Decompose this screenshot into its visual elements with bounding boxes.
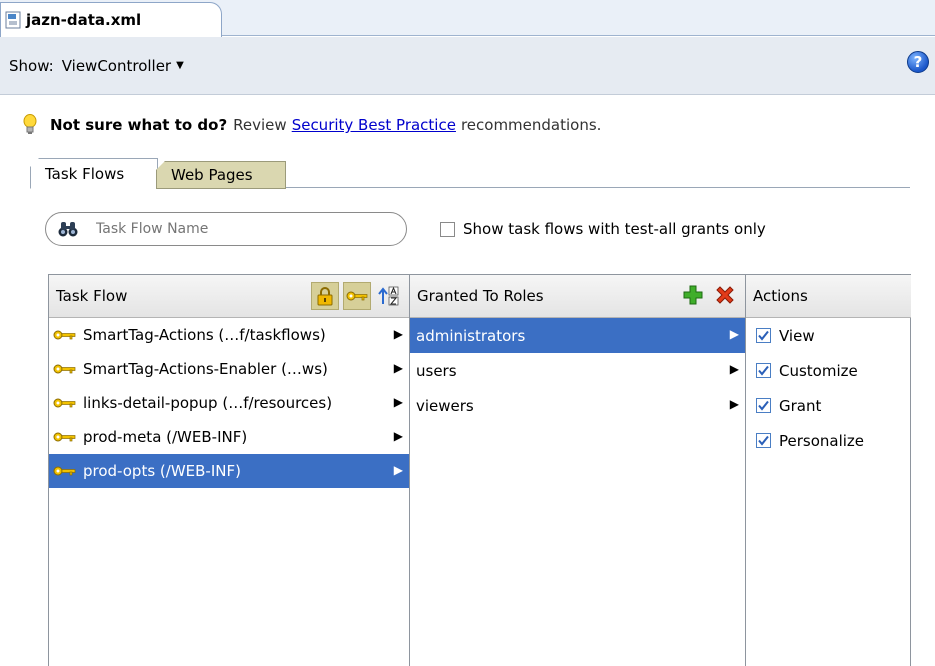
actions-header-label: Actions bbox=[753, 287, 808, 305]
expand-arrow-icon: ▶ bbox=[393, 361, 403, 375]
key-icon bbox=[53, 466, 76, 476]
task-flow-search-input[interactable] bbox=[94, 220, 364, 238]
task-flow-header-label: Task Flow bbox=[56, 287, 128, 305]
action-row[interactable]: Grant bbox=[746, 388, 911, 423]
file-tab-label: jazn-data.xml bbox=[26, 11, 142, 29]
task-flow-row[interactable]: prod-opts (/WEB-INF) ▶ bbox=[49, 454, 409, 488]
expand-arrow-icon: ▶ bbox=[729, 362, 739, 376]
task-flow-list: SmartTag-Actions (…f/taskflows) ▶ SmartTag… bbox=[49, 318, 409, 488]
action-label: Customize bbox=[779, 361, 858, 380]
task-flow-label: SmartTag-Actions-Enabler (…ws) bbox=[83, 360, 328, 378]
task-flow-header-tools bbox=[311, 282, 403, 310]
task-flow-search bbox=[45, 212, 407, 246]
add-role-button[interactable] bbox=[679, 281, 707, 309]
sort-az-icon bbox=[378, 286, 399, 306]
file-tab-jazn-data[interactable]: jazn-data.xml bbox=[0, 2, 222, 37]
task-flow-label: prod-opts (/WEB-INF) bbox=[83, 462, 241, 480]
key-icon bbox=[53, 330, 76, 340]
plus-icon bbox=[683, 285, 703, 305]
checkmark-icon bbox=[758, 330, 769, 341]
role-label: viewers bbox=[416, 396, 474, 415]
checkmark-icon bbox=[758, 435, 769, 446]
task-flow-row[interactable]: SmartTag-Actions-Enabler (…ws) ▶ bbox=[49, 352, 409, 386]
task-flow-label: links-detail-popup (…f/resources) bbox=[83, 394, 333, 412]
task-flow-label: SmartTag-Actions (…f/taskflows) bbox=[83, 326, 326, 344]
actions-column-header: Actions bbox=[746, 275, 911, 318]
editor-tab-strip: jazn-data.xml bbox=[0, 0, 935, 37]
show-dropdown-value: ViewController bbox=[61, 56, 172, 75]
expand-arrow-icon: ▶ bbox=[729, 397, 739, 411]
granted-roles-header-tools bbox=[679, 281, 739, 309]
expand-arrow-icon: ▶ bbox=[393, 429, 403, 443]
action-checkbox[interactable] bbox=[756, 328, 771, 343]
checkmark-icon bbox=[758, 365, 769, 376]
action-label: View bbox=[779, 326, 815, 345]
test-all-grants-checkbox[interactable] bbox=[440, 221, 455, 237]
task-flow-column: Task Flow SmartTag-Actions (…f/taskflows… bbox=[49, 275, 410, 666]
actions-column: Actions View Customize Grant Personalize bbox=[746, 275, 911, 666]
action-checkbox[interactable] bbox=[756, 363, 771, 378]
key-icon bbox=[53, 398, 76, 408]
task-flow-label: prod-meta (/WEB-INF) bbox=[83, 428, 248, 446]
help-icon[interactable]: ? bbox=[907, 51, 929, 73]
task-flow-row[interactable]: links-detail-popup (…f/resources) ▶ bbox=[49, 386, 409, 420]
hint-post-text: recommendations. bbox=[460, 116, 602, 134]
binoculars-icon bbox=[58, 222, 78, 237]
expand-arrow-icon: ▶ bbox=[393, 395, 403, 409]
role-row[interactable]: users ▶ bbox=[410, 353, 745, 388]
expand-arrow-icon: ▶ bbox=[729, 327, 739, 341]
expand-arrow-icon: ▶ bbox=[393, 327, 403, 341]
action-row[interactable]: Personalize bbox=[746, 423, 911, 458]
show-dropdown[interactable]: ViewController ▼ bbox=[62, 57, 184, 75]
remove-role-button[interactable] bbox=[711, 281, 739, 309]
key-icon bbox=[346, 291, 368, 301]
test-all-grants-filter[interactable]: Show task flows with test-all grants onl… bbox=[440, 220, 766, 238]
security-best-practice-link[interactable]: Security Best Practice bbox=[292, 116, 456, 134]
action-row[interactable]: Customize bbox=[746, 353, 911, 388]
task-flow-column-header: Task Flow bbox=[49, 275, 409, 318]
checkmark-icon bbox=[758, 400, 769, 411]
key-icon bbox=[53, 432, 76, 442]
granted-roles-column-header: Granted To Roles bbox=[410, 275, 745, 318]
task-flow-row[interactable]: prod-meta (/WEB-INF) ▶ bbox=[49, 420, 409, 454]
key-icon bbox=[53, 364, 76, 374]
lock-icon bbox=[317, 287, 333, 306]
role-list: administrators ▶ users ▶ viewers ▶ bbox=[410, 318, 745, 423]
action-label: Personalize bbox=[779, 431, 865, 450]
role-label: users bbox=[416, 361, 457, 380]
expand-arrow-icon: ▶ bbox=[393, 463, 403, 477]
role-row[interactable]: administrators ▶ bbox=[410, 318, 745, 353]
hint-bold-text: Not sure what to do? bbox=[50, 116, 228, 134]
action-checkbox[interactable] bbox=[756, 398, 771, 413]
action-label: Grant bbox=[779, 396, 822, 415]
chevron-down-icon: ▼ bbox=[176, 60, 184, 71]
test-all-grants-label: Show task flows with test-all grants onl… bbox=[463, 220, 766, 238]
tab-task-flows[interactable]: Task Flows bbox=[30, 158, 158, 189]
sort-button[interactable] bbox=[375, 282, 403, 310]
xml-file-icon bbox=[5, 11, 21, 29]
delete-x-icon bbox=[716, 286, 734, 304]
action-checkbox[interactable] bbox=[756, 433, 771, 448]
tab-bar: Task Flows Web Pages bbox=[30, 158, 910, 189]
show-lock-filter-button[interactable] bbox=[311, 282, 339, 310]
role-row[interactable]: viewers ▶ bbox=[410, 388, 745, 423]
tab-label: Task Flows bbox=[45, 164, 125, 183]
role-label: administrators bbox=[416, 326, 526, 345]
tab-web-pages[interactable]: Web Pages bbox=[156, 161, 286, 189]
show-toolbar: Show: ViewController ▼ ? bbox=[0, 37, 935, 95]
action-row[interactable]: View bbox=[746, 318, 911, 353]
best-practice-hint: Not sure what to do? Review Security Bes… bbox=[22, 114, 601, 136]
show-key-filter-button[interactable] bbox=[343, 282, 371, 310]
action-list: View Customize Grant Personalize bbox=[746, 318, 911, 458]
lightbulb-icon bbox=[23, 114, 37, 134]
task-flow-row[interactable]: SmartTag-Actions (…f/taskflows) ▶ bbox=[49, 318, 409, 352]
show-label: Show: bbox=[9, 56, 54, 75]
help-icon-glyph: ? bbox=[913, 53, 923, 71]
granted-roles-column: Granted To Roles administrators ▶ users ▶ vi… bbox=[410, 275, 746, 666]
tab-label: Web Pages bbox=[171, 166, 253, 184]
hint-pre-text: Review bbox=[233, 116, 287, 134]
grants-grid: Task Flow SmartTag-Actions (…f/taskflows… bbox=[48, 274, 911, 666]
granted-roles-header-label: Granted To Roles bbox=[417, 287, 544, 305]
